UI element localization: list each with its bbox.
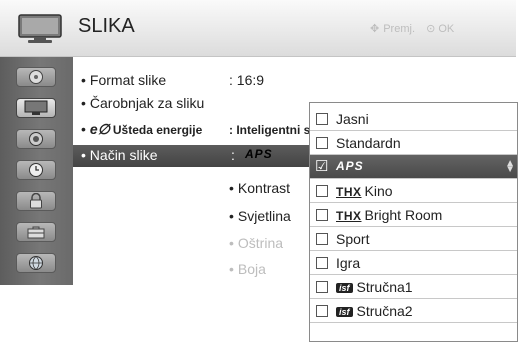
menu-item-label: Format slike [89,72,167,88]
thx-logo: THX [336,185,362,199]
option-jasni[interactable]: Jasni [310,107,517,131]
menu-item-svjetlina[interactable]: • Svjetlina [229,208,291,224]
toolbox-icon [27,226,45,239]
menu-item-usteda-energije[interactable]: • e∅ Ušteda energije [81,121,202,138]
disc-icon [29,70,43,84]
sidebar-item-audio[interactable] [16,129,56,149]
option-thx-bright-room[interactable]: THX Bright Room [310,203,517,227]
menu-item-label: Čarobnjak za sliku [89,95,205,111]
sidebar-item-picture[interactable] [16,98,56,118]
menu-item-value: : Inteligentni se [229,123,318,137]
option-strucna2[interactable]: isf Stručna2 [310,299,517,323]
option-label: Kino [364,183,393,199]
menu-header: SLIKA ✥ Premj. ⊙ OK [0,0,516,57]
speaker-icon [29,132,43,146]
checkbox [316,281,328,293]
menu-item-ostrina: • Oštrina [229,235,284,251]
ok-icon: ⊙ [426,23,436,35]
option-standardni[interactable]: Standardn [310,131,517,155]
menu-item-value: : 16:9 [229,72,265,88]
checkbox [316,185,328,197]
sidebar-item-disc[interactable] [16,67,56,87]
clock-icon [29,163,43,177]
scroll-arrows-icon[interactable]: ▲ ▼ [505,159,515,175]
menu-item-label: Oštrina [237,235,284,251]
menu-item-label: Boja [237,261,266,277]
picture-mode-dropdown: Jasni Standardn ☑ APS ▲ ▼ THX Kino THX Brig… [309,102,518,342]
option-label: Bright Room [364,207,443,223]
sidebar-item-time[interactable] [16,160,56,180]
menu-item-label: Ušteda energije [112,123,203,137]
aps-logo: APS [336,159,364,173]
menu-item-label: Svjetlina [237,208,291,224]
arrows-icon: ✥ [370,23,380,35]
menu-item-format-slike[interactable]: • Format slike [81,72,166,88]
menu-item-value: : [231,147,235,163]
page-title: SLIKA [78,15,135,37]
hint-move-label: Premj. [383,23,415,35]
option-thx-kino[interactable]: THX Kino [310,179,517,203]
lock-icon [30,193,42,209]
option-label: Igra [336,255,361,271]
option-strucna1[interactable]: isf Stručna1 [310,275,517,299]
option-sport[interactable]: Sport [310,227,517,251]
checkmark-icon: ☑ [315,158,329,175]
tv-icon [18,14,62,43]
option-aps[interactable]: ☑ APS ▲ ▼ [310,155,517,179]
thx-logo: THX [336,209,362,223]
menu-item-kontrast[interactable]: • Kontrast [229,180,290,196]
isf-logo: isf [336,307,353,317]
checkbox [316,113,328,125]
option-label: Standardn [336,135,401,151]
tv-icon [24,100,48,115]
globe-icon [29,256,43,270]
checkbox [316,233,328,245]
aps-logo: APS [245,147,273,161]
option-label: Sport [336,231,370,247]
navigation-hint: ✥ Premj. ⊙ OK [370,22,454,35]
menu-item-label: • Način slike [81,147,158,163]
category-sidebar [0,57,73,285]
checkbox [316,257,328,269]
option-igra[interactable]: Igra [310,251,517,275]
sidebar-item-options[interactable] [16,222,56,242]
option-label: Stručna1 [356,279,413,295]
checkbox [316,305,328,317]
eco-icon: e∅ [89,121,110,137]
checkbox [316,137,328,149]
hint-ok-label: OK [438,23,455,35]
sidebar-item-lock[interactable] [16,191,56,211]
isf-logo: isf [336,283,353,293]
option-label: Jasni [336,111,369,127]
menu-item-carobnjak[interactable]: • Čarobnjak za sliku [81,95,204,111]
checkbox [316,209,328,221]
menu-item-label: Kontrast [237,180,291,196]
option-label: Stručna2 [356,303,413,319]
menu-item-boja: • Boja [229,261,266,277]
sidebar-item-network[interactable] [16,253,56,273]
